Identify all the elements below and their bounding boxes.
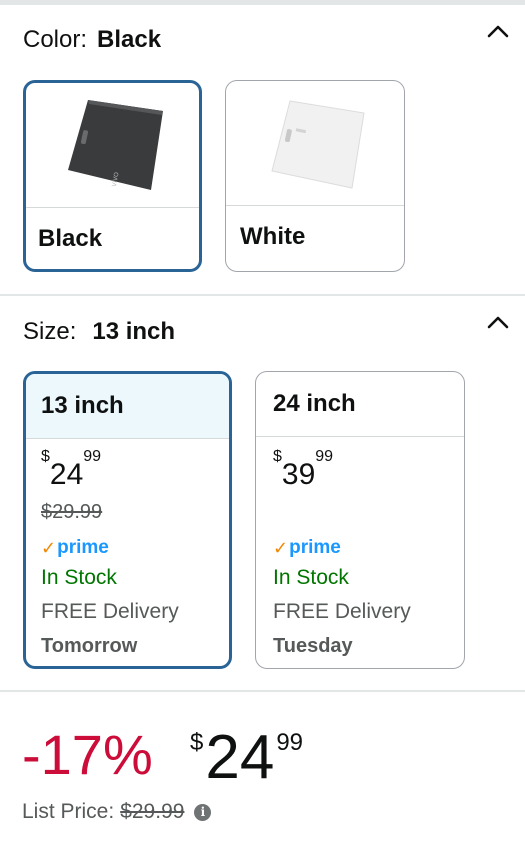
list-price-label: List Price: bbox=[22, 800, 115, 823]
collapse-size-chevron-up-icon[interactable] bbox=[485, 310, 511, 336]
size-option-24-inch[interactable]: 24 inch $3999 ✓ prime In Stock FREE Deliv… bbox=[255, 371, 465, 669]
size-option-13-inch[interactable]: 13 inch $2499 $29.99 ✓ prime In Stock FRE… bbox=[23, 371, 232, 669]
black-divider-image: VIVO bbox=[26, 83, 199, 207]
current-price: $2499 bbox=[190, 723, 304, 792]
discount-percent: -17% bbox=[22, 723, 153, 786]
prime-check-icon: ✓ bbox=[41, 537, 57, 558]
top-divider bbox=[0, 0, 525, 5]
prime-check-icon: ✓ bbox=[273, 537, 289, 558]
delivery-day: Tomorrow bbox=[41, 635, 138, 657]
delivery-text: FREE Delivery bbox=[273, 600, 411, 623]
size-selected-value: 13 inch bbox=[92, 318, 176, 345]
size-option-price: $3999 bbox=[273, 448, 334, 491]
size-option-price: $2499 bbox=[41, 448, 102, 491]
section-divider bbox=[0, 690, 525, 692]
color-option-white[interactable]: White bbox=[225, 80, 405, 272]
color-option-black[interactable]: VIVO Black bbox=[23, 80, 202, 272]
collapse-color-chevron-up-icon[interactable] bbox=[485, 19, 511, 45]
swatch-divider bbox=[26, 207, 199, 208]
swatch-divider bbox=[226, 205, 404, 206]
delivery-day: Tuesday bbox=[273, 635, 353, 657]
size-option-was-price: $29.99 bbox=[41, 501, 103, 523]
color-header: Color: Black bbox=[23, 26, 161, 54]
section-divider bbox=[0, 294, 525, 296]
stock-status: In Stock bbox=[273, 566, 349, 589]
color-option-label: White bbox=[240, 223, 306, 250]
color-selected-value: Black bbox=[97, 26, 162, 53]
white-divider-image bbox=[226, 81, 404, 205]
prime-badge: ✓ prime bbox=[41, 537, 109, 558]
size-option-label: 13 inch bbox=[26, 374, 229, 438]
size-label: Size: bbox=[23, 318, 77, 345]
size-card-divider bbox=[256, 436, 464, 437]
delivery-text: FREE Delivery bbox=[41, 600, 179, 623]
svg-text:VIVO: VIVO bbox=[111, 171, 120, 187]
info-icon[interactable]: i bbox=[194, 803, 212, 821]
prime-badge: ✓ prime bbox=[273, 537, 341, 558]
color-option-label: Black bbox=[38, 225, 103, 252]
list-price: List Price: $29.99 i bbox=[22, 800, 212, 824]
color-label: Color: bbox=[23, 26, 88, 53]
size-header: Size: 13 inch bbox=[23, 318, 175, 346]
size-card-divider bbox=[26, 438, 229, 439]
stock-status: In Stock bbox=[41, 566, 117, 589]
size-option-label: 24 inch bbox=[273, 390, 356, 417]
list-price-value: $29.99 bbox=[120, 800, 185, 823]
